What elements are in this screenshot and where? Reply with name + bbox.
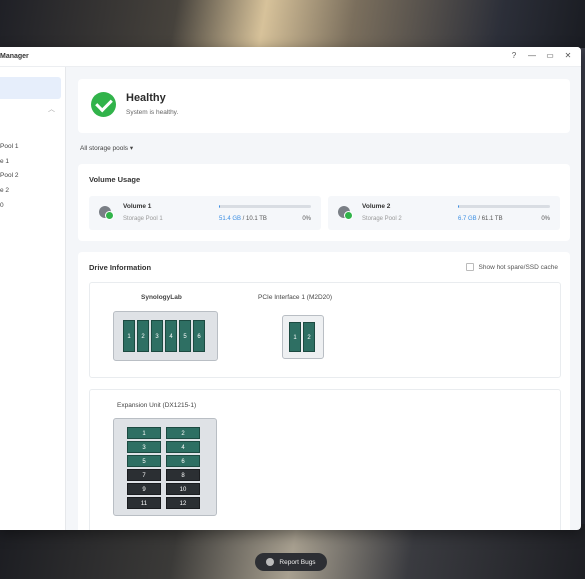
pcie-card[interactable]: 12 bbox=[282, 315, 324, 359]
status-subtitle: System is healthy. bbox=[126, 109, 179, 116]
drive-bay[interactable]: 6 bbox=[166, 455, 200, 467]
drive-bay[interactable]: 5 bbox=[127, 455, 161, 467]
checkbox-icon[interactable] bbox=[465, 263, 474, 271]
sidebar-item-volume-1[interactable]: e 1 bbox=[0, 158, 9, 165]
drive-bay[interactable]: 9 bbox=[127, 483, 161, 495]
help-icon[interactable]: ? bbox=[509, 51, 519, 60]
chevron-up-icon[interactable]: ︿ bbox=[48, 104, 55, 114]
volume-name: Volume 2 bbox=[362, 203, 391, 210]
drive-bay[interactable]: 4 bbox=[165, 320, 177, 352]
device-label-pcie: PCIe Interface 1 (M2D20) bbox=[258, 294, 333, 301]
desktop-wallpaper-top bbox=[0, 0, 585, 48]
drive-bay[interactable]: 2 bbox=[303, 322, 315, 352]
sidebar: ︿ Pool 1 e 1 Pool 2 e 2 0 bbox=[0, 67, 66, 530]
volume-usage-card: Volume Usage Volume 1 Storage Pool 1 51.… bbox=[78, 164, 570, 241]
bug-icon bbox=[266, 558, 275, 566]
drive-bay[interactable]: 7 bbox=[127, 469, 161, 481]
drive-bay[interactable]: 1 bbox=[123, 320, 135, 352]
volume-percent: 0% bbox=[541, 216, 550, 222]
drive-information-card: Drive Information Show hot spare/SSD cac… bbox=[78, 252, 570, 530]
volume-usage-bar bbox=[219, 205, 311, 208]
window-title: Manager bbox=[0, 53, 29, 60]
volume-pool: Storage Pool 1 bbox=[123, 216, 163, 222]
drive-bay[interactable]: 1 bbox=[289, 322, 301, 352]
storage-manager-window: Manager ? — ▭ ✕ ︿ Pool 1 e 1 Pool 2 e 2 … bbox=[0, 47, 581, 530]
volume-usage-bar bbox=[458, 205, 550, 208]
hotspare-label: Show hot spare/SSD cache bbox=[478, 263, 559, 271]
volume-item[interactable]: Volume 1 Storage Pool 1 51.4 GB / 10.1 T… bbox=[89, 196, 321, 230]
drive-bay[interactable]: 11 bbox=[127, 497, 161, 509]
drive-bay[interactable]: 5 bbox=[179, 320, 191, 352]
volume-icon bbox=[338, 206, 353, 220]
drive-bay[interactable]: 2 bbox=[137, 320, 149, 352]
drive-bay[interactable]: 12 bbox=[166, 497, 200, 509]
close-icon[interactable]: ✕ bbox=[563, 51, 573, 60]
status-title: Healthy bbox=[126, 92, 166, 104]
drive-bay[interactable]: 2 bbox=[166, 427, 200, 439]
volume-size: 51.4 GB / 10.1 TB bbox=[219, 216, 267, 222]
drive-bay[interactable]: 3 bbox=[127, 441, 161, 453]
report-bugs-button[interactable]: Report Bugs bbox=[255, 553, 327, 571]
sidebar-item-overview[interactable] bbox=[0, 77, 61, 99]
maximize-icon[interactable]: ▭ bbox=[545, 51, 555, 60]
title-bar[interactable]: Manager ? — ▭ ✕ bbox=[0, 47, 581, 67]
device-label-expansion: Expansion Unit (DX1215-1) bbox=[117, 402, 197, 409]
sidebar-item-volume-2[interactable]: e 2 bbox=[0, 187, 9, 194]
drive-information-title: Drive Information bbox=[89, 263, 152, 272]
window-controls: ? — ▭ ✕ bbox=[509, 51, 573, 60]
volume-icon bbox=[99, 206, 114, 220]
report-bugs-label: Report Bugs bbox=[279, 558, 316, 566]
sidebar-item-misc[interactable]: 0 bbox=[0, 202, 4, 209]
drive-bay[interactable]: 8 bbox=[166, 469, 200, 481]
nas-chassis[interactable]: 123456 bbox=[113, 311, 218, 361]
drive-bay[interactable]: 1 bbox=[127, 427, 161, 439]
volume-name: Volume 1 bbox=[123, 203, 152, 210]
drive-bay[interactable]: 10 bbox=[166, 483, 200, 495]
device-label-main: SynologyLab bbox=[141, 294, 182, 301]
expansion-chassis[interactable]: 1 2 3 4 5 6 7 8 9 10 11 12 bbox=[113, 418, 217, 516]
status-card: Healthy System is healthy. bbox=[78, 79, 570, 133]
volume-pool: Storage Pool 2 bbox=[362, 216, 402, 222]
volume-usage-title: Volume Usage bbox=[89, 175, 141, 184]
volume-percent: 0% bbox=[302, 216, 311, 222]
volume-size: 6.7 GB / 61.1 TB bbox=[458, 216, 503, 222]
sidebar-item-storage-pool-2[interactable]: Pool 2 bbox=[0, 172, 18, 179]
drive-panel-main: SynologyLab 123456 PCIe Interface 1 (M2D… bbox=[89, 282, 561, 378]
storage-pool-filter[interactable]: All storage pools ▾ bbox=[80, 144, 133, 152]
minimize-icon[interactable]: — bbox=[527, 51, 537, 60]
drive-bay[interactable]: 4 bbox=[166, 441, 200, 453]
hotspare-checkbox[interactable]: Show hot spare/SSD cache bbox=[465, 263, 559, 271]
drive-bay[interactable]: 3 bbox=[151, 320, 163, 352]
drive-bay[interactable]: 6 bbox=[193, 320, 205, 352]
volume-item[interactable]: Volume 2 Storage Pool 2 6.7 GB / 61.1 TB… bbox=[328, 196, 560, 230]
drive-panel-expansion: Expansion Unit (DX1215-1) 1 2 3 4 5 6 7 8 9 10 11 1… bbox=[89, 389, 561, 530]
check-icon bbox=[91, 92, 116, 117]
sidebar-item-storage-pool-1[interactable]: Pool 1 bbox=[0, 143, 18, 150]
